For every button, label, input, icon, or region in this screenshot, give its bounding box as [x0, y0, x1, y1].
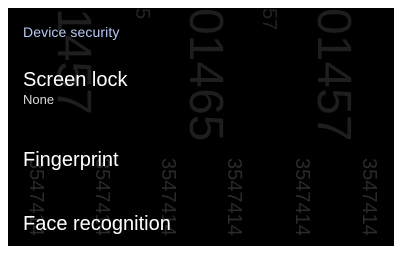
face-recognition-item[interactable]: Face recognition	[23, 212, 394, 236]
screen-lock-title: Screen lock	[23, 69, 128, 91]
settings-screen: 1457 01465 01457 5 57 3547414 3547414 35…	[8, 8, 394, 246]
section-header-device-security: Device security	[23, 24, 120, 40]
fingerprint-title: Fingerprint	[23, 149, 119, 171]
fingerprint-item[interactable]: Fingerprint	[23, 148, 394, 172]
screen-lock-item[interactable]: Screen lock None	[23, 68, 394, 108]
settings-list: Device security Screen lock None Fingerp…	[8, 8, 394, 246]
face-recognition-title: Face recognition	[23, 213, 171, 235]
screen-lock-summary: None	[23, 92, 55, 107]
